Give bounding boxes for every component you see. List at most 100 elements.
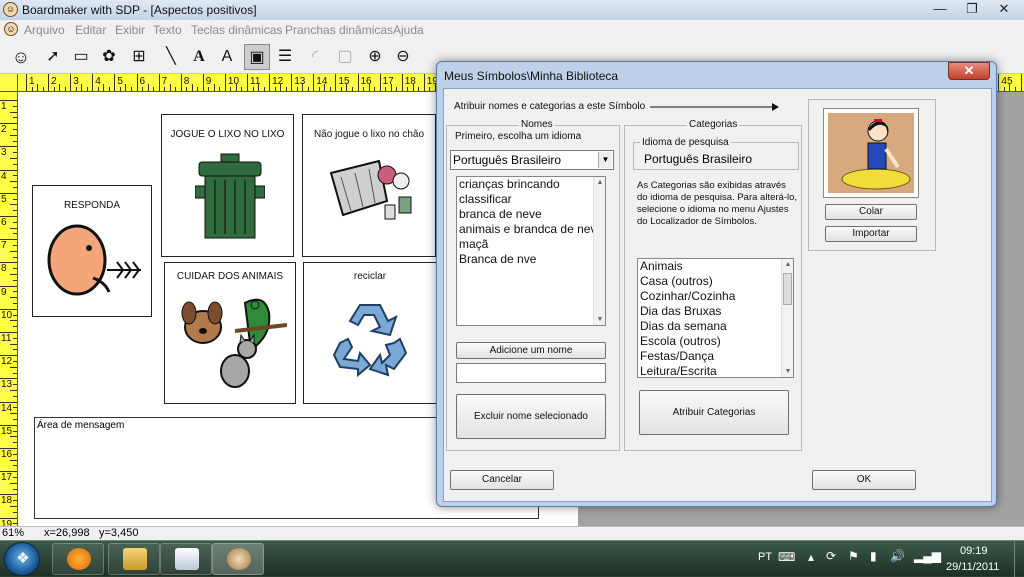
cell-reciclar[interactable]: reciclar xyxy=(303,262,437,404)
battery-icon[interactable]: ▮ xyxy=(870,549,877,563)
name-list-item[interactable]: animais e brandca de neve xyxy=(457,222,605,237)
ruler-number: 16 xyxy=(1,449,12,460)
zoom-in-icon[interactable]: ⊕ xyxy=(362,44,388,70)
ok-button[interactable]: OK xyxy=(812,470,916,490)
show-desktop-button[interactable] xyxy=(1014,541,1024,577)
ruler-number: 7 xyxy=(162,76,168,87)
line-tool-icon[interactable]: ╲ xyxy=(158,44,184,70)
name-list-item[interactable]: Branca de nve xyxy=(457,252,605,267)
zoom-out-icon[interactable]: ⊖ xyxy=(390,44,416,70)
new-name-field[interactable] xyxy=(456,363,606,383)
close-button[interactable]: ✕ xyxy=(990,0,1018,18)
chevron-up-icon[interactable]: ▴ xyxy=(808,550,814,564)
chevron-down-icon[interactable]: ▼ xyxy=(598,152,612,168)
ruler-number: 13 xyxy=(294,76,305,87)
ruler-number: 14 xyxy=(1,403,12,414)
clock-date[interactable]: 29/11/2011 xyxy=(946,561,999,573)
categories-group: Categorias Idioma de pesquisa Português … xyxy=(624,125,802,451)
add-name-button[interactable]: Adicione um nome xyxy=(456,342,606,359)
minimize-button[interactable]: — xyxy=(926,0,954,18)
ruler-number: 18 xyxy=(405,76,416,87)
category-list-item[interactable]: Leitura/Escrita xyxy=(638,364,793,378)
cancel-button[interactable]: Cancelar xyxy=(450,470,554,490)
keyboard-icon[interactable]: ⌨ xyxy=(778,550,795,564)
text-tool-icon[interactable]: A xyxy=(186,44,212,70)
pointer-tool-icon[interactable]: ➚ xyxy=(40,44,66,70)
categories-scrollbar[interactable]: ▲ ▼ xyxy=(781,259,793,377)
document-icon xyxy=(175,548,199,570)
menu-arquivo[interactable]: Arquivo xyxy=(24,23,65,37)
search-language-value: Português Brasileiro xyxy=(644,152,752,166)
menu-pranchas-dinamicas[interactable]: Pranchas dinâmicas xyxy=(285,23,393,37)
name-list-item[interactable]: maçã xyxy=(457,237,605,252)
category-list-item[interactable]: Animais xyxy=(638,259,793,274)
category-list-item[interactable]: Festas/Dança xyxy=(638,349,793,364)
start-button[interactable]: ❖ xyxy=(4,542,40,576)
folder-icon xyxy=(123,548,147,570)
symbol-finder-icon[interactable]: ☺ xyxy=(8,44,34,70)
names-scrollbar[interactable]: ▲ ▼ xyxy=(593,177,605,325)
ruler-number: 4 xyxy=(95,76,101,87)
assign-instruction: Atribuir nomes e categorias a este Símbo… xyxy=(454,101,645,112)
menu-teclas-dinamicas[interactable]: Teclas dinâmicas xyxy=(191,23,282,37)
cell-cuidar-dos-animais[interactable]: CUIDAR DOS ANIMAIS xyxy=(164,262,296,404)
line-thickness-icon[interactable]: ☰ xyxy=(272,44,298,70)
signal-icon[interactable]: ▂▄▆ xyxy=(914,549,941,563)
delete-name-button[interactable]: Excluir nome selecionado xyxy=(456,394,606,439)
app-icon[interactable]: ☺ xyxy=(3,2,18,17)
clock-time[interactable]: 09:19 xyxy=(960,545,988,557)
maximize-button[interactable]: ❐ xyxy=(958,0,986,18)
my-symbols-dialog: Meus Símbolos\Minha Biblioteca ✕ Atribui… xyxy=(436,61,997,507)
category-list-item[interactable]: Casa (outros) xyxy=(638,274,793,289)
language-select[interactable]: Português Brasileiro ▼ xyxy=(450,150,614,170)
names-list[interactable]: crianças brincandoclassificarbranca de n… xyxy=(456,176,606,326)
cell-nao-jogue[interactable]: Não jogue o lixo no chão xyxy=(302,114,436,257)
ruler-number: 9 xyxy=(206,76,212,87)
paste-button[interactable]: Colar xyxy=(825,204,917,220)
ruler-number: 15 xyxy=(338,76,349,87)
fill-tool-icon[interactable]: ▣ xyxy=(244,44,270,70)
explorer-task[interactable] xyxy=(108,543,160,575)
assign-categories-button[interactable]: Atribuir Categorias xyxy=(639,390,789,435)
menu-exibir[interactable]: Exibir xyxy=(115,23,145,37)
document-icon[interactable]: ☺ xyxy=(4,22,18,36)
cell-jogue-o-lixo[interactable]: JOGUE O LIXO NO LIXO xyxy=(161,114,294,257)
ruler-number: 8 xyxy=(184,76,190,87)
corner-radius-icon[interactable]: ◜ xyxy=(302,44,328,70)
arrow-right-icon xyxy=(650,103,780,111)
ruler-number: 2 xyxy=(1,124,7,135)
grid-tool-icon[interactable]: ⊞ xyxy=(126,44,152,70)
language-indicator[interactable]: PT xyxy=(758,551,772,563)
name-list-item[interactable]: branca de neve xyxy=(457,207,605,222)
freeform-tool-icon[interactable]: ✿ xyxy=(96,44,122,70)
menu-ajuda[interactable]: Ajuda xyxy=(393,23,424,37)
documents-task[interactable] xyxy=(160,543,212,575)
category-list-item[interactable]: Dias da semana xyxy=(638,319,793,334)
name-list-item[interactable]: classificar xyxy=(457,192,605,207)
network-sync-icon[interactable]: ⟳ xyxy=(826,549,836,563)
categories-list[interactable]: AnimaisCasa (outros)Cozinhar/CozinhaDia … xyxy=(637,258,794,378)
import-button[interactable]: Importar xyxy=(825,226,917,242)
symbol-text-tool-icon[interactable]: A☺ xyxy=(214,44,240,70)
ruler-number: 8 xyxy=(1,263,7,274)
flag-icon[interactable]: ⚑ xyxy=(848,549,859,563)
windows-logo-icon: ❖ xyxy=(14,550,32,568)
rectangle-tool-icon[interactable]: ▭ xyxy=(68,44,94,70)
volume-icon[interactable]: 🔊 xyxy=(890,549,905,563)
cell-responda[interactable]: RESPONDA xyxy=(32,185,152,317)
categories-info: As Categorias são exibidas através do id… xyxy=(637,180,797,228)
name-list-item[interactable]: crianças brincando xyxy=(457,177,605,192)
ruler-number: 15 xyxy=(1,426,12,437)
language-prompt: Primeiro, escolha um idioma xyxy=(455,131,581,142)
dialog-close-button[interactable]: ✕ xyxy=(948,62,990,80)
category-list-item[interactable]: Escola (outros) xyxy=(638,334,793,349)
menu-editar[interactable]: Editar xyxy=(75,23,106,37)
media-player-task[interactable] xyxy=(52,543,104,575)
menu-texto[interactable]: Texto xyxy=(153,23,182,37)
ruler-number: 7 xyxy=(1,240,7,251)
names-group: Nomes Primeiro, escolha um idioma Portug… xyxy=(446,125,620,451)
border-tool-icon[interactable]: ▢ xyxy=(332,44,358,70)
category-list-item[interactable]: Dia das Bruxas xyxy=(638,304,793,319)
category-list-item[interactable]: Cozinhar/Cozinha xyxy=(638,289,793,304)
boardmaker-task[interactable] xyxy=(212,543,264,575)
